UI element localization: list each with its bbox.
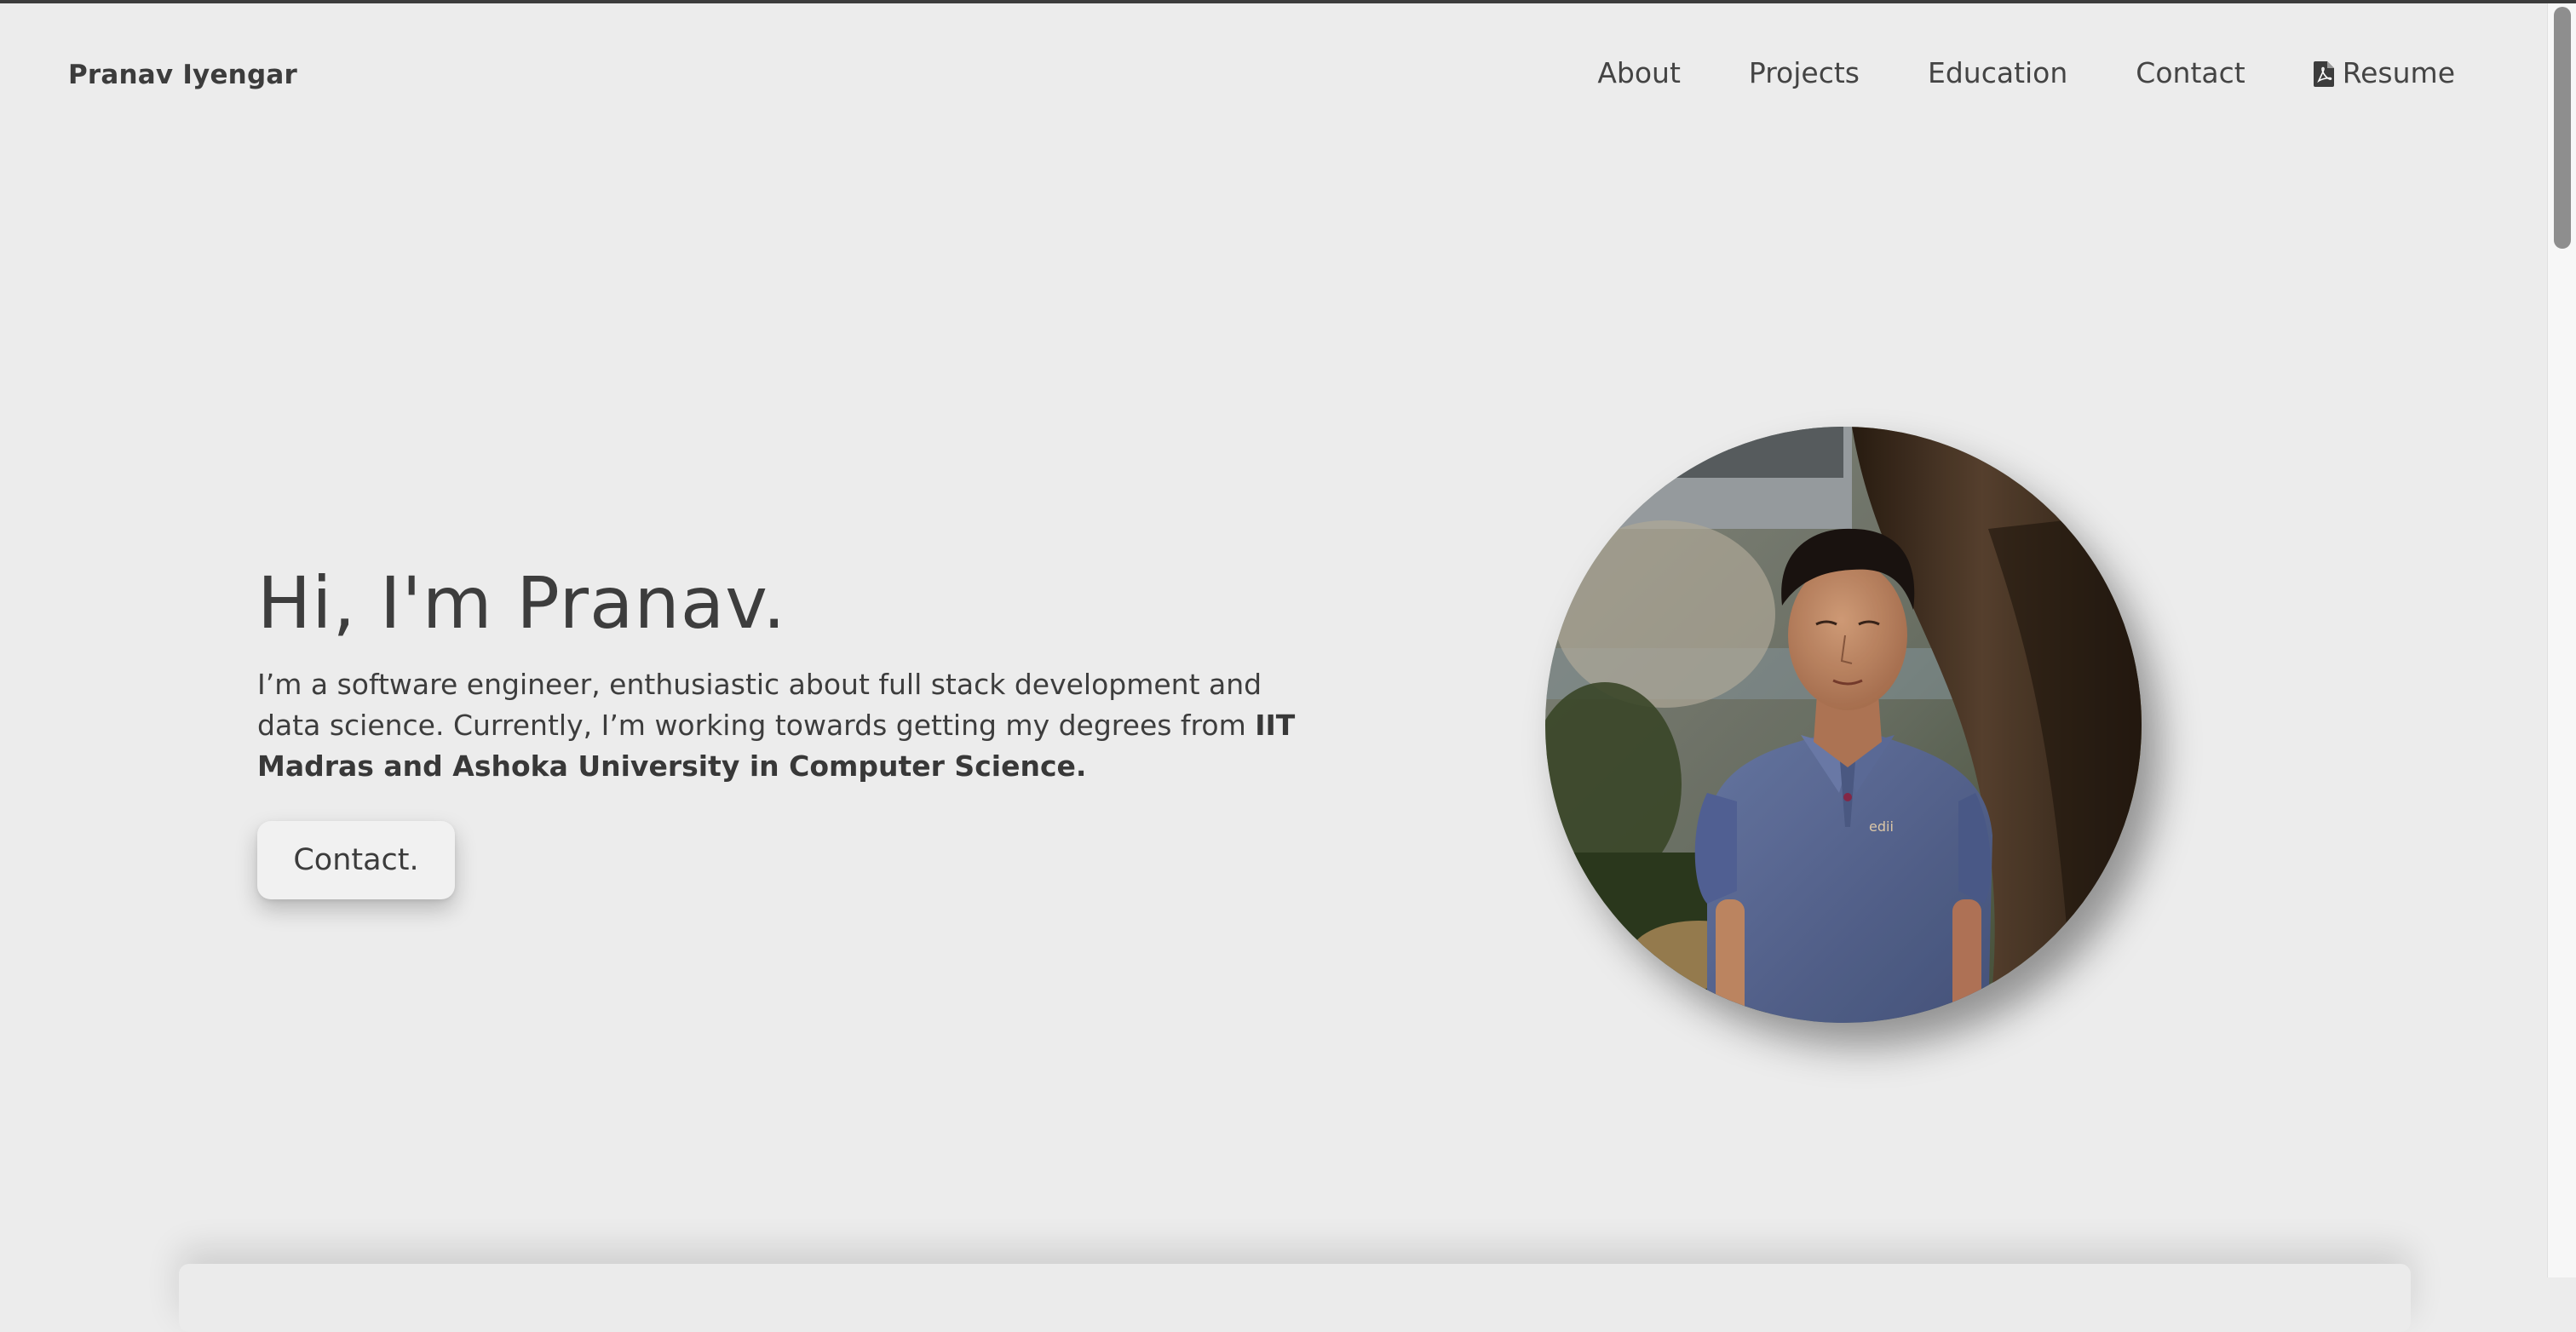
next-section-card	[179, 1264, 2411, 1332]
contact-button[interactable]: Contact.	[257, 821, 455, 899]
profile-photo: edii	[1545, 427, 2142, 1023]
top-nav: About Projects Education Contact Resume	[1597, 56, 2455, 89]
vertical-scrollbar[interactable]	[2547, 3, 2576, 1277]
hero-description: I’m a software engineer, enthusiastic ab…	[257, 664, 1314, 787]
nav-link-about[interactable]: About	[1597, 56, 1681, 89]
brand-name[interactable]: Pranav Iyengar	[68, 60, 297, 90]
hero-title: Hi, I'm Pranav.	[257, 561, 787, 645]
resume-label: Resume	[2342, 56, 2455, 89]
nav-link-projects[interactable]: Projects	[1749, 56, 1860, 89]
scrollbar-thumb[interactable]	[2554, 7, 2571, 249]
nav-link-contact[interactable]: Contact	[2136, 56, 2245, 89]
nav-link-education[interactable]: Education	[1928, 56, 2067, 89]
hero-description-text: I’m a software engineer, enthusiastic ab…	[257, 668, 1262, 742]
page: Pranav Iyengar About Projects Education …	[0, 3, 2547, 1332]
file-pdf-icon	[2313, 60, 2334, 87]
nav-link-resume[interactable]: Resume	[2313, 56, 2455, 89]
